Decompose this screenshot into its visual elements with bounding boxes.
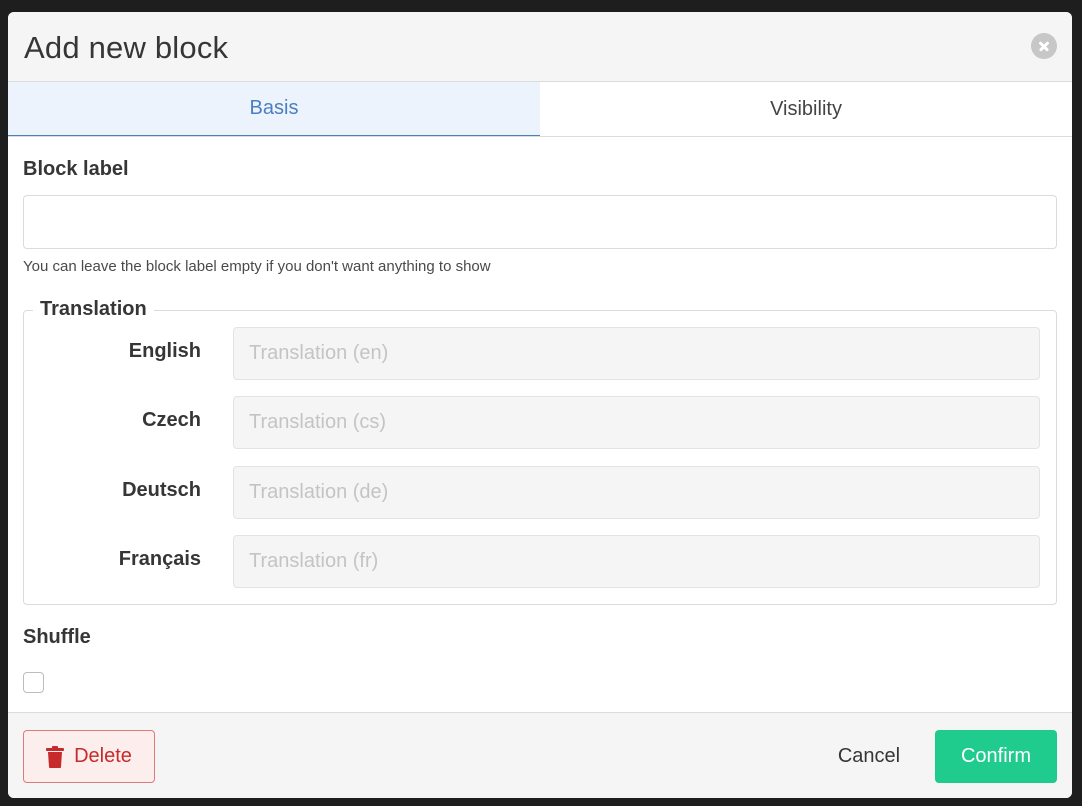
block-label-help: You can leave the block label empty if y… xyxy=(23,258,491,275)
translation-input-en[interactable] xyxy=(233,327,1040,380)
shuffle-label: Shuffle xyxy=(23,626,91,648)
language-label-czech: Czech xyxy=(142,409,201,431)
language-label-deutsch: Deutsch xyxy=(122,479,201,501)
tab-basis[interactable]: Basis xyxy=(8,82,540,136)
close-icon[interactable] xyxy=(1031,33,1057,59)
language-label-english: English xyxy=(128,340,201,362)
modal-header: Add new block xyxy=(8,12,1072,82)
cancel-button[interactable]: Cancel xyxy=(816,730,922,783)
translation-input-de[interactable] xyxy=(233,466,1040,519)
block-label-input[interactable] xyxy=(23,195,1057,249)
modal-footer: Delete Cancel Confirm xyxy=(8,712,1072,798)
delete-button[interactable]: Delete xyxy=(23,730,155,783)
language-label-francais: Français xyxy=(118,548,201,570)
translation-input-cs[interactable] xyxy=(233,396,1040,449)
translation-legend: Translation xyxy=(33,298,154,321)
confirm-button[interactable]: Confirm xyxy=(935,730,1057,783)
modal-title: Add new block xyxy=(24,30,229,65)
tab-visibility[interactable]: Visibility xyxy=(540,82,1072,136)
trash-icon xyxy=(46,745,65,768)
translation-input-fr[interactable] xyxy=(233,535,1040,588)
shuffle-checkbox[interactable] xyxy=(23,672,44,693)
add-block-modal: Add new block Basis Visibility Block lab… xyxy=(8,12,1072,798)
tab-bar: Basis Visibility xyxy=(8,82,1072,137)
block-label-heading: Block label xyxy=(23,158,129,180)
delete-button-label: Delete xyxy=(74,745,132,767)
